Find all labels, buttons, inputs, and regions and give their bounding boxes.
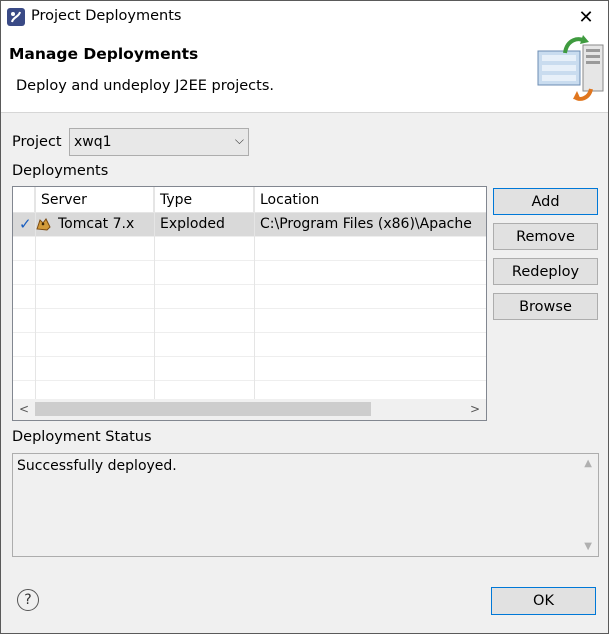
cell-server: Tomcat 7.x: [58, 216, 135, 232]
scroll-left-icon[interactable]: <: [19, 402, 29, 416]
browse-button[interactable]: Browse: [493, 293, 598, 320]
project-select-value: xwq1: [74, 134, 112, 150]
scroll-right-icon[interactable]: >: [470, 402, 480, 416]
deployments-label: Deployments: [12, 163, 109, 179]
horizontal-scrollbar[interactable]: < >: [13, 399, 486, 420]
deployment-status-text[interactable]: Successfully deployed. ▲ ▼: [12, 453, 599, 557]
add-button[interactable]: Add: [493, 188, 598, 215]
table-row: [13, 309, 486, 333]
column-header-check[interactable]: [13, 187, 35, 213]
deploy-servers-icon: [533, 33, 609, 103]
table-row: [13, 237, 486, 261]
table-row: [13, 333, 486, 357]
help-icon[interactable]: ?: [17, 589, 39, 611]
scrollbar-thumb[interactable]: [35, 402, 371, 416]
header-title: Manage Deployments: [9, 45, 199, 63]
table-header: Server Type Location: [13, 187, 486, 213]
table-row: [13, 261, 486, 285]
column-divider: [254, 187, 255, 399]
cell-type: Exploded: [160, 216, 225, 232]
title-bar: Project Deployments ✕: [1, 1, 608, 33]
check-icon[interactable]: ✓: [19, 215, 32, 233]
chevron-down-icon[interactable]: ⌵: [235, 133, 244, 148]
status-message: Successfully deployed.: [17, 458, 177, 474]
scroll-up-icon[interactable]: ▲: [584, 458, 592, 469]
header-description: Deploy and undeploy J2EE projects.: [16, 78, 274, 94]
column-divider: [154, 187, 155, 399]
header-panel: Manage Deployments Deploy and undeploy J…: [1, 33, 608, 113]
cell-location: C:\Program Files (x86)\Apache: [260, 216, 472, 232]
window-title: Project Deployments: [31, 8, 182, 24]
scroll-down-icon[interactable]: ▼: [584, 541, 592, 552]
close-icon[interactable]: ✕: [574, 4, 598, 30]
project-label: Project: [12, 134, 62, 150]
table-row[interactable]: ✓ Tomcat 7.x Exploded C:\Program Files (…: [13, 213, 486, 237]
column-header-type[interactable]: Type: [154, 187, 254, 213]
redeploy-button[interactable]: Redeploy: [493, 258, 598, 285]
myeclipse-icon: [7, 8, 25, 26]
ok-button[interactable]: OK: [491, 587, 596, 615]
column-header-location[interactable]: Location: [254, 187, 486, 213]
column-divider: [35, 187, 36, 399]
table-row: [13, 357, 486, 381]
project-deployments-dialog: Project Deployments ✕ Manage Deployments…: [0, 0, 609, 634]
project-select[interactable]: xwq1 ⌵: [69, 128, 249, 156]
deployment-status-label: Deployment Status: [12, 429, 152, 445]
table-row: [13, 285, 486, 309]
tomcat-icon: [35, 215, 55, 237]
remove-button[interactable]: Remove: [493, 223, 598, 250]
column-header-server[interactable]: Server: [35, 187, 154, 213]
deployments-table[interactable]: Server Type Location ✓ Tomcat 7.x Explod…: [12, 186, 487, 421]
